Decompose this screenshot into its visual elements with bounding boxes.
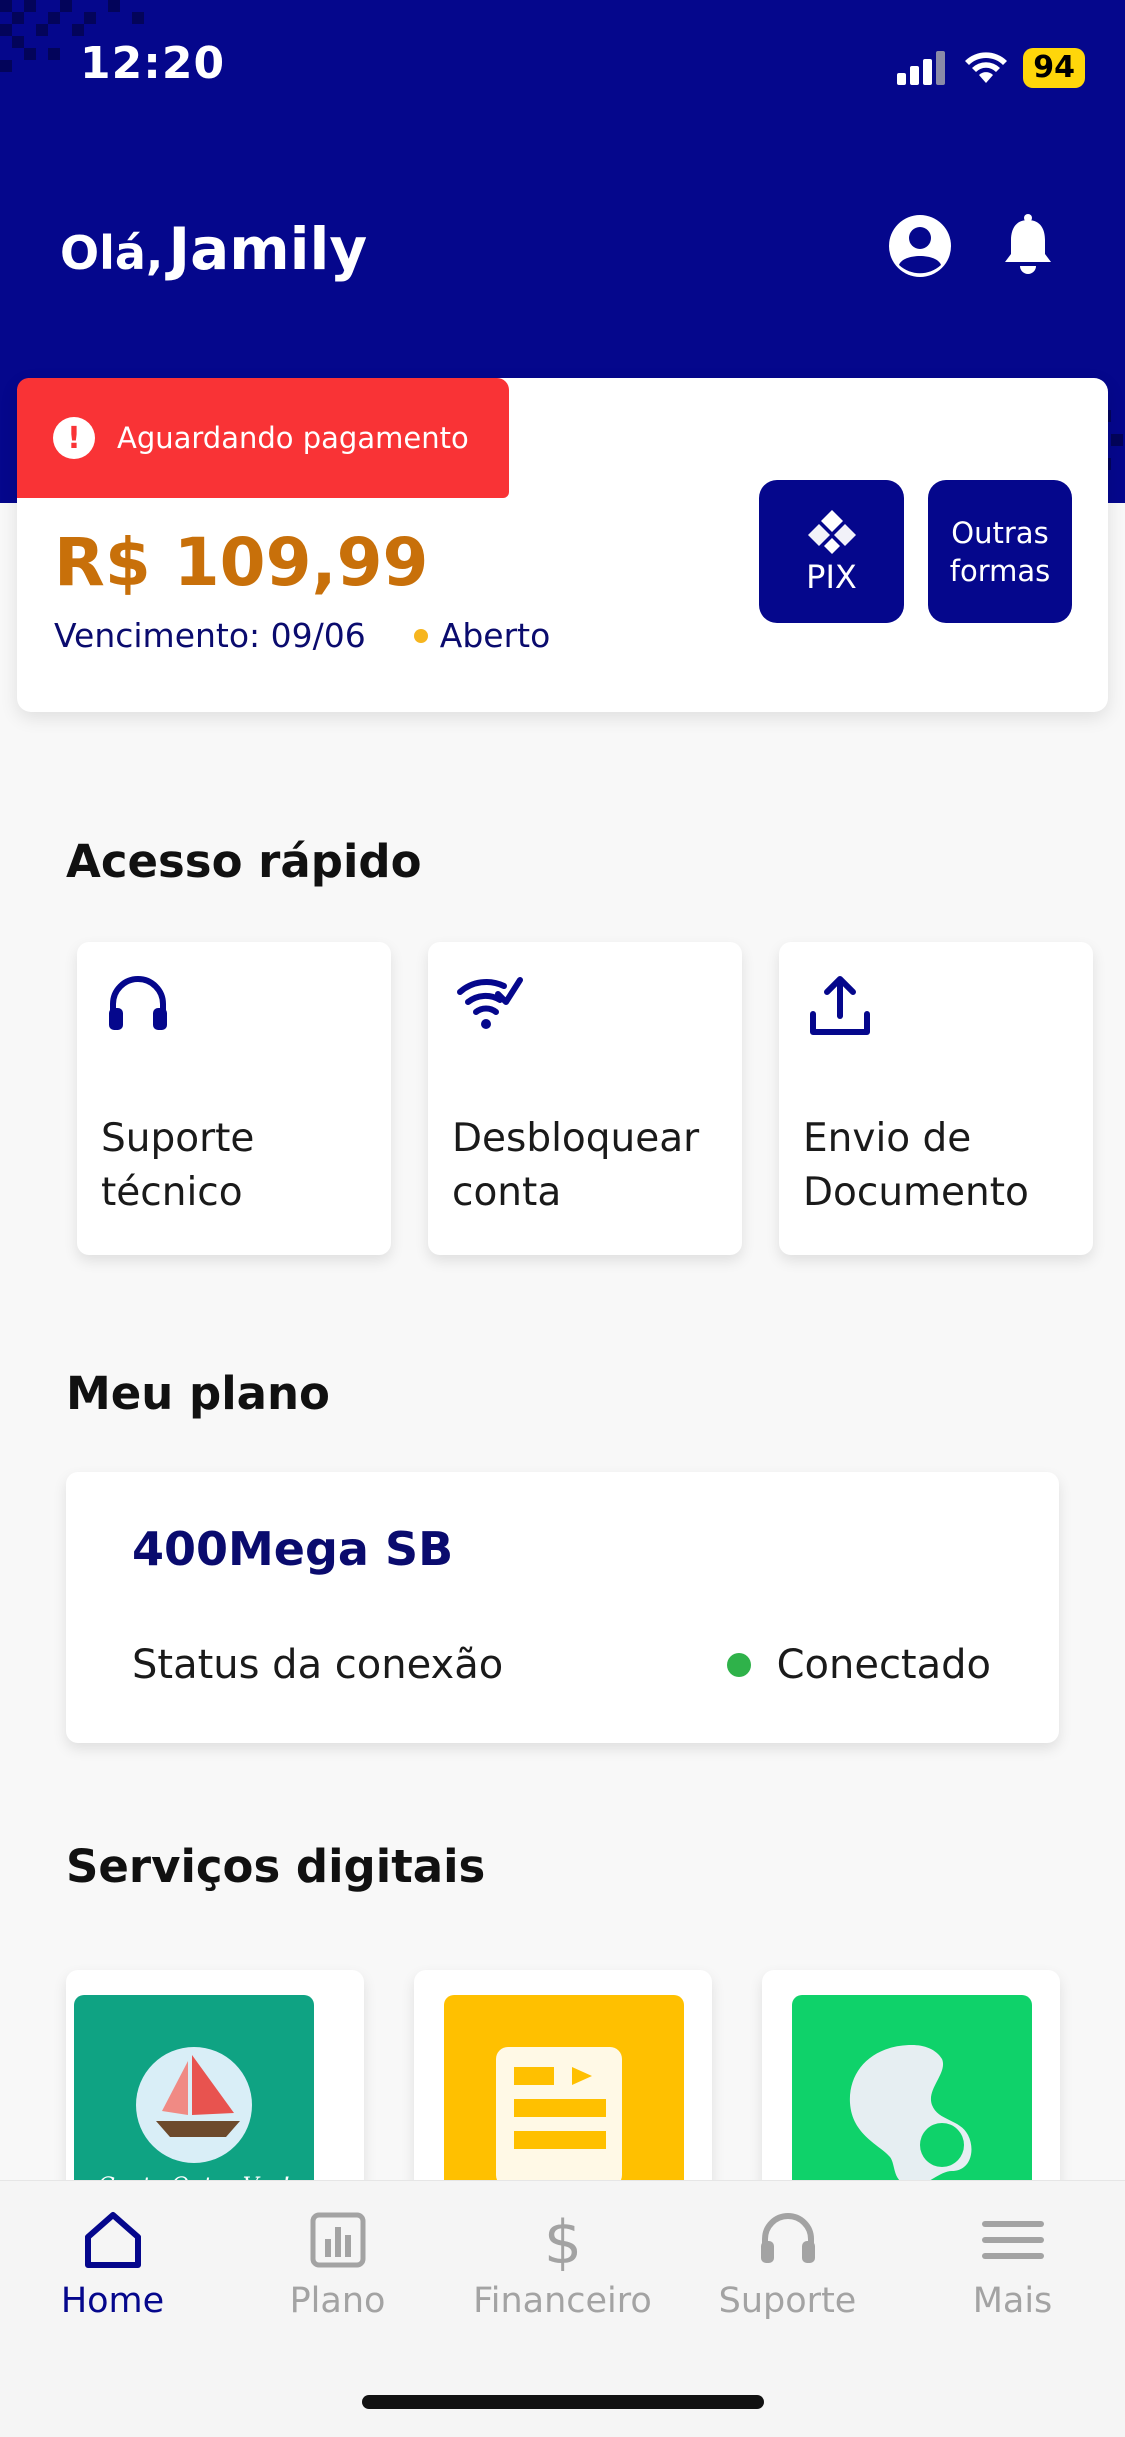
profile-icon (889, 215, 951, 277)
digital-services-title: Serviços digitais (66, 1840, 486, 1893)
headset-icon (760, 2213, 815, 2263)
bill-meta: Vencimento: 09/06 Aberto (54, 616, 550, 655)
home-indicator (362, 2395, 764, 2409)
pix-label: PIX (806, 557, 857, 596)
greeting-hello: Olá, (60, 226, 164, 280)
quick-access-label: Envio de Documento (803, 1112, 1083, 1220)
my-plan-title: Meu plano (66, 1367, 330, 1420)
bill-amount: R$ 109,99 (54, 524, 429, 601)
quick-access-label-line1: Suporte (101, 1116, 255, 1161)
pix-button[interactable]: PIX (759, 480, 904, 623)
connection-status: Conectado (726, 1642, 991, 1688)
wifi-icon (965, 52, 1008, 83)
status-icons: 94 (897, 46, 1085, 90)
quick-access-unlock[interactable]: Desbloquear conta (428, 942, 742, 1255)
wifi-check-icon (457, 977, 523, 1029)
profile-button[interactable] (884, 210, 956, 282)
quick-access-upload-document[interactable]: Envio de Documento (779, 942, 1093, 1255)
quick-access-label-line2: técnico (101, 1170, 243, 1215)
nav-label-mais: Mais (972, 2281, 1053, 2321)
upload-icon (810, 976, 870, 1035)
svg-text:$: $ (543, 2209, 581, 2271)
signal-icon (897, 51, 946, 85)
bell-icon (1005, 214, 1051, 274)
notifications-button[interactable] (992, 210, 1064, 282)
connected-status-dot (726, 1653, 751, 1677)
quick-access-label-line1: Envio de (803, 1116, 972, 1161)
nav-label-suporte: Suporte (718, 2281, 857, 2321)
connection-status-value: Conectado (776, 1642, 991, 1688)
dollar-icon: $ (543, 2209, 581, 2271)
quick-access-label-line1: Desbloquear (452, 1116, 700, 1161)
nav-label-financeiro: Financeiro (473, 2281, 652, 2321)
other-payment-button[interactable]: Outras formas (928, 480, 1072, 623)
status-time: 12:20 (80, 38, 226, 89)
plan-card[interactable]: 400Mega SB Status da conexão Conectado (66, 1472, 1059, 1743)
quick-access-support[interactable]: Suporte técnico (77, 942, 391, 1255)
greeting-user-name: Jamily (168, 215, 368, 283)
bill-status: Aberto (439, 616, 551, 655)
nav-label-home: Home (60, 2281, 165, 2321)
nav-plano[interactable]: Plano (225, 2209, 450, 2321)
plan-name: 400Mega SB (132, 1522, 454, 1576)
home-icon (84, 2212, 141, 2268)
quick-access-label-line2: Documento (803, 1170, 1029, 1215)
bill-due-date: Vencimento: 09/06 (54, 616, 366, 655)
other-payment-label-line1: Outras (951, 515, 1049, 550)
alert-icon: ! (53, 417, 95, 459)
nav-label-plano: Plano (289, 2281, 386, 2321)
payment-status-text: Aguardando pagamento (117, 421, 469, 455)
connection-status-label: Status da conexão (132, 1642, 504, 1688)
quick-access-label-line2: conta (452, 1170, 562, 1215)
nav-financeiro[interactable]: $ Financeiro (450, 2209, 675, 2321)
bill-card[interactable]: ! Aguardando pagamento R$ 109,99 Vencime… (17, 378, 1108, 712)
battery-indicator: 94 (1023, 48, 1085, 88)
menu-icon (981, 2221, 1044, 2259)
nav-home[interactable]: Home (0, 2209, 225, 2321)
pix-icon (807, 509, 856, 554)
nav-mais[interactable]: Mais (900, 2209, 1125, 2321)
nav-suporte[interactable]: Suporte (675, 2209, 900, 2321)
payment-status-badge: ! Aguardando pagamento (17, 378, 509, 498)
headset-icon (109, 976, 167, 1030)
other-payment-label-line2: formas (949, 553, 1051, 588)
greeting: Olá, Jamily (60, 215, 367, 283)
quick-access-label: Suporte técnico (101, 1112, 381, 1220)
quick-access-title: Acesso rápido (66, 835, 422, 888)
quick-access-label: Desbloquear conta (452, 1112, 732, 1220)
chart-icon (310, 2212, 365, 2268)
open-status-dot (413, 628, 428, 643)
